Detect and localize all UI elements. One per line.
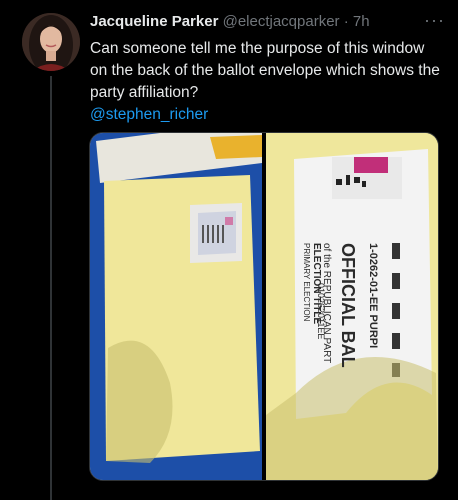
- mention-link[interactable]: @stephen_richer: [90, 106, 208, 123]
- ballot-line5: PRIMARY ELECTION: [302, 243, 311, 322]
- author-name[interactable]: Jacqueline Parker: [90, 13, 218, 30]
- separator-dot: ·: [343, 13, 349, 30]
- tweet-body: Can someone tell me the purpose of this …: [90, 40, 440, 101]
- photo-left[interactable]: [90, 133, 262, 480]
- author-handle[interactable]: @electjacqparker: [223, 13, 340, 30]
- avatar[interactable]: [22, 13, 80, 71]
- ballot-line4: ELECTION TITLE: [311, 243, 322, 324]
- ballot-line2: OFFICIAL BAL: [338, 243, 358, 368]
- tweet-media[interactable]: 010262011EE 1-0262-01-EE PURPI OFFICIAL …: [89, 132, 439, 481]
- photo-right[interactable]: 010262011EE 1-0262-01-EE PURPI OFFICIAL …: [266, 133, 438, 480]
- tweet[interactable]: Jacqueline Parker @electjacqparker · 7h …: [0, 0, 458, 500]
- ballot-line1: 1-0262-01-EE PURPI: [367, 243, 379, 348]
- tweet-header: Jacqueline Parker @electjacqparker · 7h: [90, 13, 370, 30]
- thread-line: [50, 76, 52, 500]
- tweet-text: Can someone tell me the purpose of this …: [90, 38, 445, 126]
- tweet-time[interactable]: 7h: [353, 13, 370, 30]
- more-horizontal-icon[interactable]: ···: [424, 10, 445, 31]
